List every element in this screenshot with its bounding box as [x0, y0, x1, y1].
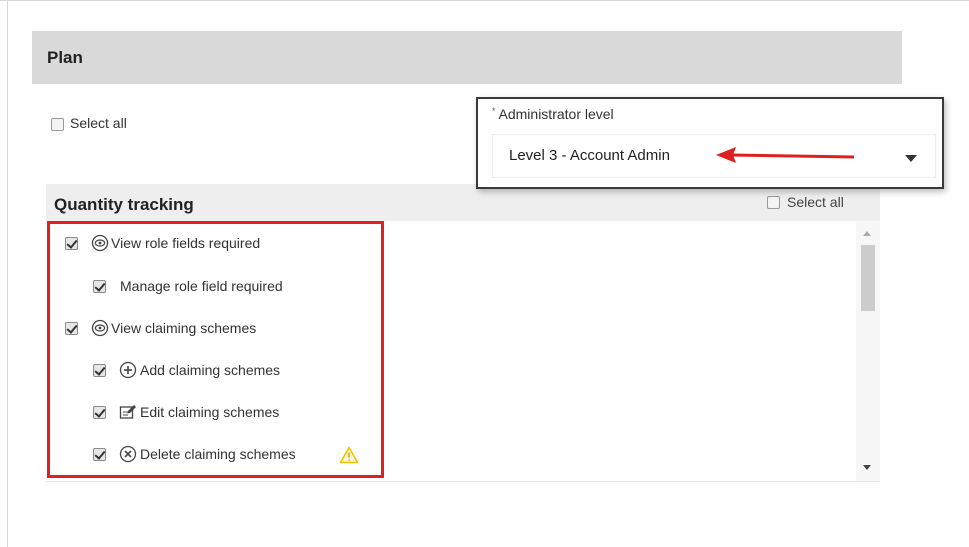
administrator-level-popup: * Administrator level Level 3 - Account A…	[476, 97, 944, 189]
permission-list-scrollbar[interactable]	[856, 221, 880, 481]
highlight-annotation-box	[47, 221, 384, 478]
scroll-up-arrow-icon[interactable]	[863, 231, 871, 236]
red-arrow-annotation-icon	[716, 147, 855, 163]
chevron-down-icon[interactable]	[905, 155, 917, 162]
administrator-level-value: Level 3 - Account Admin	[509, 147, 670, 164]
administrator-level-select[interactable]: Level 3 - Account Admin	[492, 134, 936, 178]
plan-section-header: Plan	[32, 31, 902, 84]
required-marker: *	[492, 106, 496, 116]
frame-left-border	[7, 0, 8, 547]
frame-top-border	[0, 0, 969, 1]
plan-title: Plan	[47, 48, 83, 67]
quantity-tracking-select-all-label: Select all	[787, 194, 844, 210]
scroll-down-arrow-icon[interactable]	[863, 465, 871, 470]
administrator-level-label: * Administrator level	[492, 106, 614, 122]
quantity-tracking-select-all-checkbox[interactable]	[767, 196, 780, 209]
quantity-tracking-title: Quantity tracking	[54, 195, 194, 214]
top-select-all-checkbox[interactable]	[51, 118, 64, 131]
administrator-level-label-text: Administrator level	[498, 106, 614, 122]
scroll-thumb[interactable]	[861, 245, 875, 311]
top-select-all-label: Select all	[70, 115, 127, 131]
quantity-tracking-header: Quantity tracking Select all	[46, 184, 880, 221]
